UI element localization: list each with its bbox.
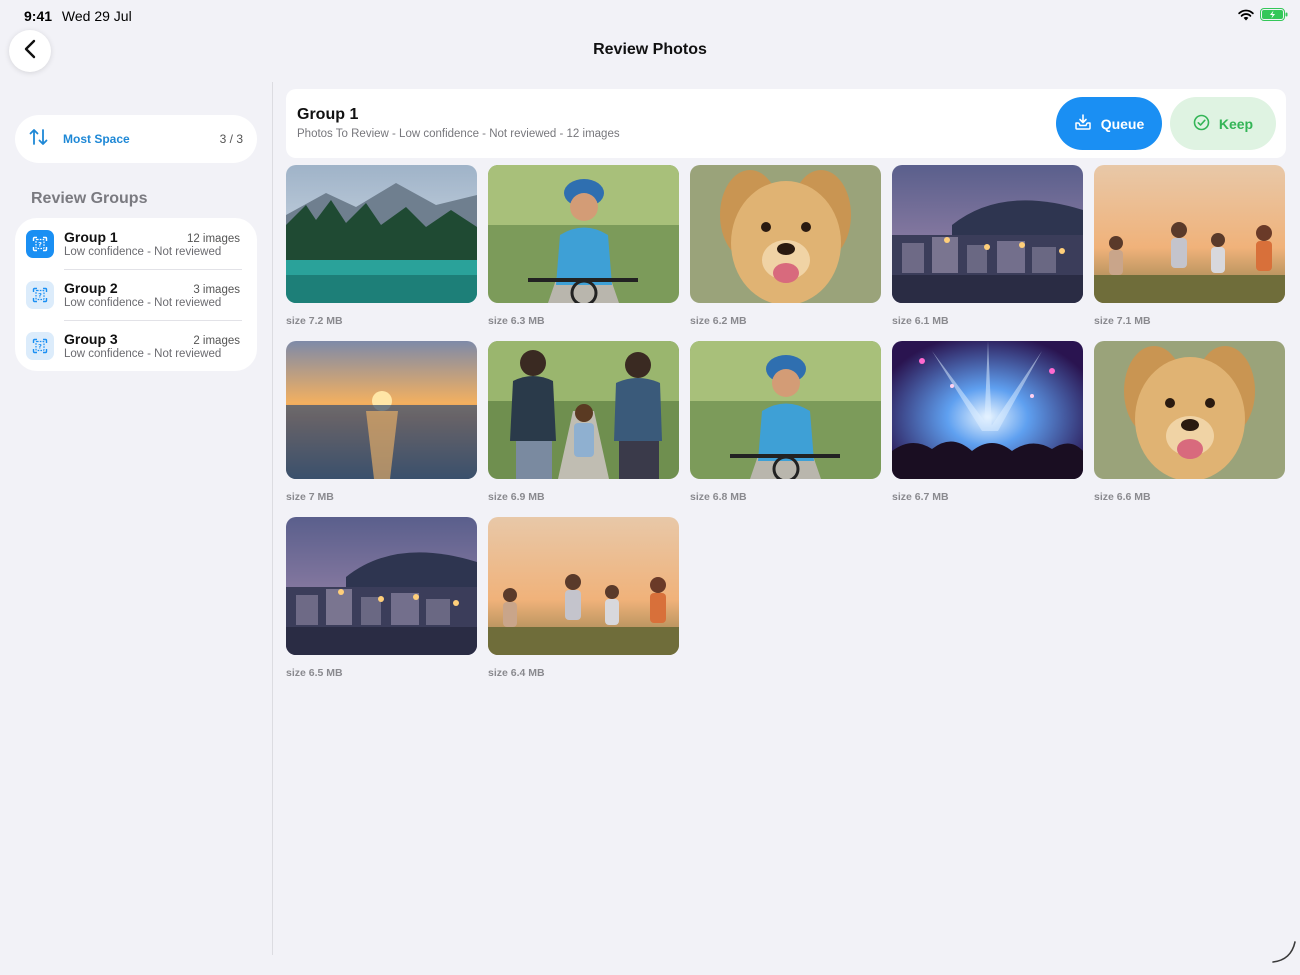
photo-tile[interactable]: size 6.9 MB [488,341,679,517]
photo-concert-lights [892,341,1083,479]
photo-boy-on-bike [690,341,881,479]
group-name: Group 3 [64,331,118,347]
group-count: 12 images [186,233,240,245]
queue-button[interactable]: Queue [1056,97,1162,150]
svg-text:?: ? [38,291,42,299]
photo-size: size 6.6 MB [1094,491,1151,503]
group-row-2[interactable]: ? Group 2 3 images Low confidence - Not … [26,269,257,320]
question-frame-icon: ? [26,331,54,360]
photo-tile[interactable]: size 6.4 MB [488,517,679,693]
group-header: Group 1 Photos To Review - Low confidenc… [286,89,1286,158]
group-row-1[interactable]: ? Group 1 12 images Low confidence - Not… [26,218,257,269]
photo-tile[interactable]: size 7.2 MB [286,165,477,341]
group-count: 2 images [193,335,240,347]
photo-size: size 6.2 MB [690,315,747,327]
photo-size: size 6.8 MB [690,491,747,503]
check-circle-icon [1193,114,1210,134]
groups-list: ? Group 1 12 images Low confidence - Not… [15,218,257,371]
photo-tile[interactable]: size 6.1 MB [892,165,1083,341]
sort-selector[interactable]: Most Space 3 / 3 [15,115,257,163]
photo-tile[interactable]: size 7.1 MB [1094,165,1285,341]
photo-grid: size 7.2 MB size 6.3 MB size 6.2 MB size… [286,165,1285,693]
keep-label: Keep [1218,115,1254,132]
photo-size: size 6.5 MB [286,667,343,679]
photo-size: size 6.9 MB [488,491,545,503]
battery-icon [1260,8,1288,26]
question-frame-icon: ? [26,229,54,258]
svg-text:?: ? [38,342,42,350]
photo-tile[interactable]: size 6.7 MB [892,341,1083,517]
photo-size: size 7.1 MB [1094,315,1151,327]
question-frame-icon: ? [26,280,54,309]
group-title: Group 1 [297,106,359,123]
sort-arrows-icon [29,128,49,151]
photo-size: size 6.3 MB [488,315,545,327]
photo-size: size 6.4 MB [488,667,545,679]
group-subtitle: Low confidence - Not reviewed [64,297,222,309]
group-count: 3 images [193,284,240,296]
photo-size: size 6.7 MB [892,491,949,503]
photo-tile[interactable]: size 7 MB [286,341,477,517]
photo-ocean-sunset [286,341,477,479]
resize-handle-icon [1271,938,1297,969]
photo-tile[interactable]: size 6.8 MB [690,341,881,517]
photo-family-walking-park [488,341,679,479]
svg-text:?: ? [38,240,42,248]
sort-label: Most Space [63,132,130,146]
photo-harbor-town-evening [892,165,1083,303]
photo-tile[interactable]: size 6.5 MB [286,517,477,693]
status-indicators [1238,8,1288,26]
group-name: Group 2 [64,280,118,296]
photo-tile[interactable]: size 6.6 MB [1094,341,1285,517]
group-subtitle: Photos To Review - Low confidence - Not … [297,128,620,140]
queue-label: Queue [1100,115,1145,132]
page-title: Review Photos [593,41,707,58]
photo-golden-retriever [1094,341,1285,479]
photo-kids-running-sunset [1094,165,1285,303]
photo-boy-on-bike [488,165,679,303]
sidebar: Most Space 3 / 3 Review Groups ? Group 1… [0,0,272,975]
group-subtitle: Low confidence - Not reviewed [64,246,222,258]
group-name: Group 1 [64,229,118,245]
photo-size: size 7.2 MB [286,315,343,327]
photo-tile[interactable]: size 6.2 MB [690,165,881,341]
sidebar-divider [272,82,273,955]
group-subtitle: Low confidence - Not reviewed [64,348,222,360]
photo-mountain-lake [286,165,477,303]
sort-count: 3 / 3 [219,132,243,146]
tray-download-icon [1074,113,1092,134]
photo-harbor-town-evening [286,517,477,655]
wifi-icon [1238,8,1254,26]
section-title: Review Groups [31,190,148,207]
photo-size: size 6.1 MB [892,315,949,327]
photo-tile[interactable]: size 6.3 MB [488,165,679,341]
photo-size: size 7 MB [286,491,334,503]
photo-golden-retriever [690,165,881,303]
photo-kids-running-sunset [488,517,679,655]
keep-button[interactable]: Keep [1170,97,1276,150]
group-row-3[interactable]: ? Group 3 2 images Low confidence - Not … [26,320,257,371]
